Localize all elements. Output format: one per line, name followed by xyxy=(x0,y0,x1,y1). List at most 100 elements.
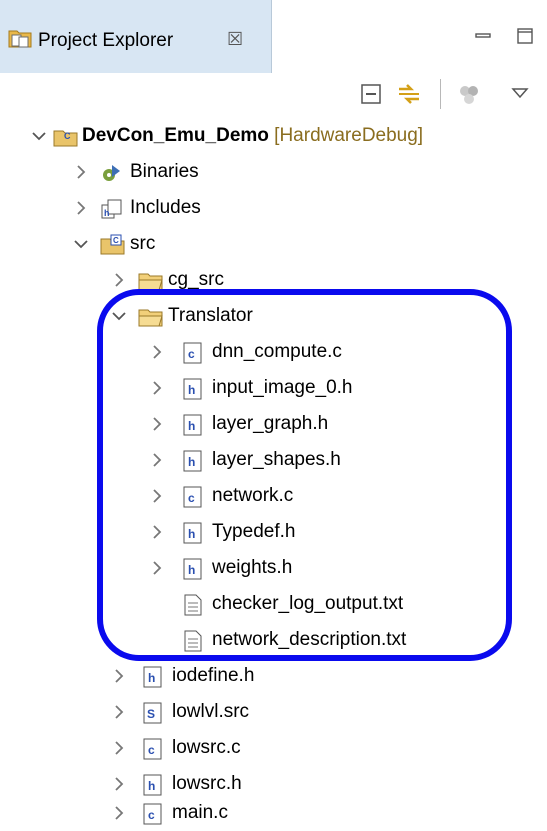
tree-item-file[interactable]: h layer_shapes.h xyxy=(0,442,547,478)
tree-item-project[interactable]: C DevCon_Emu_Demo [HardwareDebug] xyxy=(0,118,547,154)
project-explorer-icon xyxy=(8,26,32,55)
tree-item-file[interactable]: checker_log_output.txt xyxy=(0,586,547,622)
tree-item-file[interactable]: c lowsrc.c xyxy=(0,730,547,766)
folder-icon xyxy=(138,305,164,334)
h-file-icon: h xyxy=(182,377,204,406)
c-project-icon: C xyxy=(53,125,79,154)
c-file-icon: c xyxy=(142,802,164,831)
svg-text:S: S xyxy=(147,707,155,721)
chevron-right-icon[interactable] xyxy=(148,486,166,506)
svg-text:h: h xyxy=(188,563,195,577)
collapse-all-icon[interactable] xyxy=(357,80,385,108)
chevron-right-icon[interactable] xyxy=(110,803,128,823)
tree-item-file[interactable]: network_description.txt xyxy=(0,622,547,658)
view-tab-bar: Project Explorer ☒ xyxy=(0,0,547,73)
toolbar-separator xyxy=(440,79,441,109)
chevron-down-icon[interactable] xyxy=(30,126,48,146)
minimize-icon[interactable] xyxy=(473,26,493,46)
tree-label: weights.h xyxy=(212,557,293,578)
svg-text:h: h xyxy=(188,455,195,469)
tree-label: src xyxy=(130,233,156,254)
svg-text:h: h xyxy=(104,208,110,218)
chevron-right-icon[interactable] xyxy=(110,270,128,290)
tree-item-src[interactable]: C src xyxy=(0,226,547,262)
text-file-icon xyxy=(182,629,204,658)
tree-label: Typedef.h xyxy=(212,521,296,542)
svg-text:h: h xyxy=(148,671,155,685)
svg-text:h: h xyxy=(188,419,195,433)
tree-label: lowsrc.h xyxy=(172,773,242,794)
chevron-right-icon[interactable] xyxy=(148,378,166,398)
tree-label: iodefine.h xyxy=(172,665,255,686)
chevron-right-icon[interactable] xyxy=(72,198,90,218)
svg-text:C: C xyxy=(113,236,119,245)
tree-item-file[interactable]: h Typedef.h xyxy=(0,514,547,550)
tree-item-file[interactable]: c network.c xyxy=(0,478,547,514)
h-file-icon: h xyxy=(182,557,204,586)
tree-item-file[interactable]: S lowlvl.src xyxy=(0,694,547,730)
svg-text:c: c xyxy=(148,743,155,757)
tree-label: main.c xyxy=(172,802,228,823)
tree-label: layer_shapes.h xyxy=(212,449,341,470)
chevron-right-icon[interactable] xyxy=(148,342,166,362)
tree-item-file[interactable]: h iodefine.h xyxy=(0,658,547,694)
svg-text:h: h xyxy=(148,779,155,793)
chevron-right-icon[interactable] xyxy=(72,162,90,182)
c-file-icon: c xyxy=(182,485,204,514)
chevron-right-icon[interactable] xyxy=(148,414,166,434)
binaries-icon xyxy=(100,161,124,190)
chevron-right-icon[interactable] xyxy=(110,666,128,686)
build-config-label: [HardwareDebug] xyxy=(274,125,424,146)
tree-item-includes[interactable]: h Includes xyxy=(0,190,547,226)
chevron-down-icon[interactable] xyxy=(110,306,128,326)
tree-label: layer_graph.h xyxy=(212,413,329,434)
chevron-right-icon[interactable] xyxy=(148,450,166,470)
tree-item-binaries[interactable]: Binaries xyxy=(0,154,547,190)
chevron-down-icon[interactable] xyxy=(72,234,90,254)
tree-item-file[interactable]: h layer_graph.h xyxy=(0,406,547,442)
tree-item-file[interactable]: c main.c xyxy=(0,795,547,831)
tree-label: checker_log_output.txt xyxy=(212,593,404,614)
maximize-icon[interactable] xyxy=(515,26,535,46)
svg-text:c: c xyxy=(188,491,195,505)
c-file-icon: c xyxy=(182,341,204,370)
c-file-icon: c xyxy=(142,737,164,766)
tree-item-file[interactable]: h weights.h xyxy=(0,550,547,586)
chevron-right-icon[interactable] xyxy=(110,702,128,722)
chevron-right-icon[interactable] xyxy=(148,558,166,578)
tree-label: Binaries xyxy=(130,161,199,182)
chevron-right-icon[interactable] xyxy=(110,738,128,758)
h-file-icon: h xyxy=(182,413,204,442)
source-folder-icon: C xyxy=(100,233,126,262)
tree-label: lowsrc.c xyxy=(172,737,241,758)
view-filter-icon[interactable] xyxy=(455,80,483,108)
folder-icon xyxy=(138,269,164,298)
chevron-right-icon[interactable] xyxy=(148,522,166,542)
tree-label: Includes xyxy=(130,197,201,218)
includes-icon: h xyxy=(100,197,124,226)
view-menu-icon[interactable] xyxy=(508,80,536,108)
tree-item-file[interactable]: h input_image_0.h xyxy=(0,370,547,406)
text-file-icon xyxy=(182,593,204,622)
asm-file-icon: S xyxy=(142,701,164,730)
chevron-right-icon[interactable] xyxy=(110,774,128,794)
tree-label: Translator xyxy=(168,305,253,326)
tree-label: network.c xyxy=(212,485,294,506)
svg-text:C: C xyxy=(64,131,71,141)
tree-label: cg_src xyxy=(168,269,224,290)
h-file-icon: h xyxy=(182,521,204,550)
project-explorer-tab[interactable]: Project Explorer ☒ xyxy=(0,0,272,73)
svg-text:c: c xyxy=(148,808,155,822)
close-icon[interactable]: ☒ xyxy=(227,30,243,48)
svg-text:h: h xyxy=(188,383,195,397)
svg-text:c: c xyxy=(188,347,195,361)
tree-label: dnn_compute.c xyxy=(212,341,342,362)
svg-text:h: h xyxy=(188,527,195,541)
tree-item-file[interactable]: c dnn_compute.c xyxy=(0,334,547,370)
tree-item-cg-src[interactable]: cg_src xyxy=(0,262,547,298)
tree-item-translator[interactable]: Translator xyxy=(0,298,547,334)
tree-label: input_image_0.h xyxy=(212,377,353,398)
link-with-editor-icon[interactable] xyxy=(395,80,423,108)
h-file-icon: h xyxy=(142,665,164,694)
tree-label: network_description.txt xyxy=(212,629,407,650)
